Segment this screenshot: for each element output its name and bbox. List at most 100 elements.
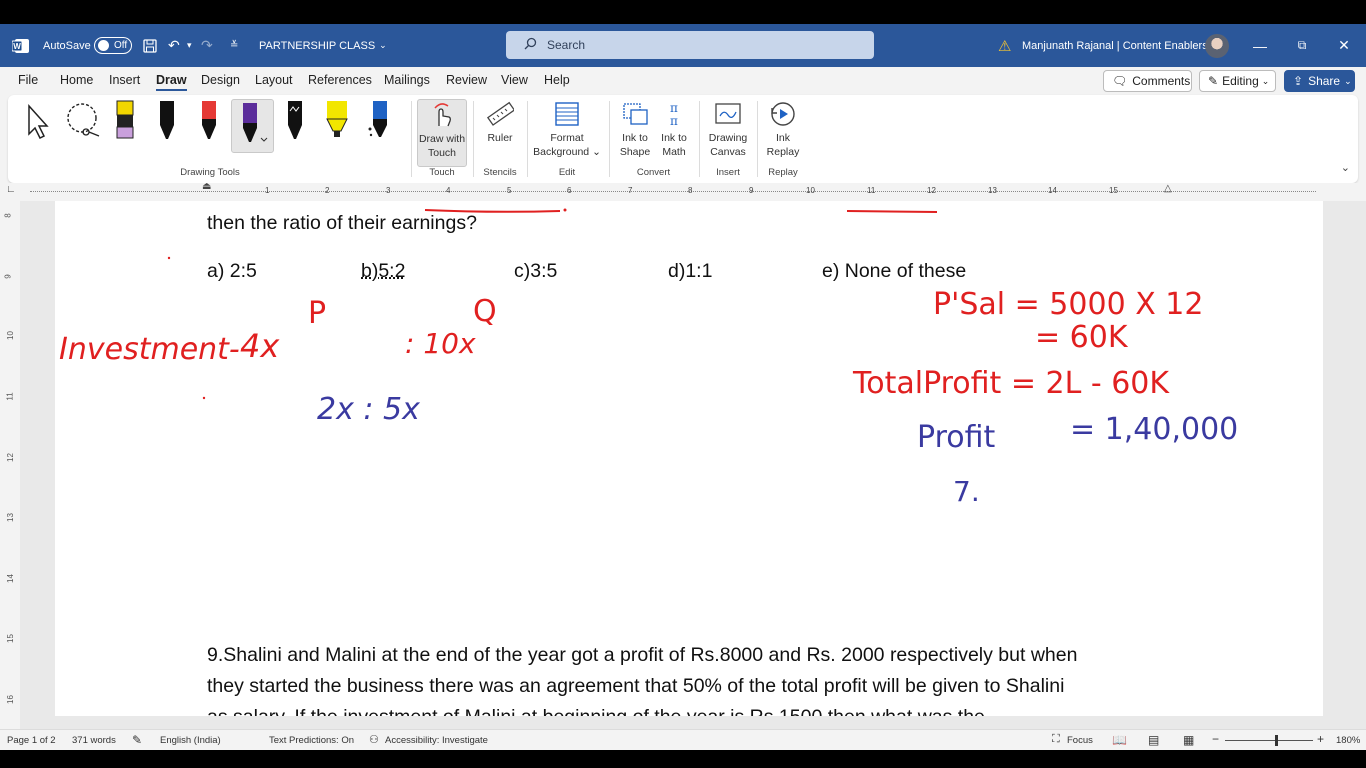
option-e: e) None of these <box>822 260 967 282</box>
vertical-scrollbar[interactable] <box>1323 201 1366 729</box>
ruler-label: Ruler <box>487 132 513 144</box>
pen-purple-tool[interactable] <box>231 99 274 153</box>
ruler-button[interactable]: Ruler <box>479 99 521 145</box>
drawing-canvas-label-1: Drawing <box>708 132 748 144</box>
share-button[interactable]: ⇪ Share ⌄ <box>1284 70 1355 92</box>
editing-mode-button[interactable]: ✎ Editing ⌄ <box>1199 70 1276 92</box>
text-predictions[interactable]: Text Predictions: On <box>269 735 354 746</box>
maximize-button[interactable]: ⧉ <box>1282 24 1322 67</box>
svg-text:W: W <box>13 42 21 51</box>
search-placeholder: Search <box>547 38 586 52</box>
group-label-stencils: Stencils <box>483 167 517 178</box>
word-window: W AutoSave Off ↶ ▾ ↷ ≚ PARTNERSHIP CLASS… <box>0 0 1366 768</box>
proofing-icon[interactable]: ✎ <box>132 733 142 747</box>
zoom-in-icon[interactable]: + <box>1317 732 1324 746</box>
ink-replay-button[interactable]: Ink Replay <box>763 99 803 159</box>
web-layout-icon[interactable]: ▦ <box>1183 733 1194 747</box>
select-arrow-tool[interactable] <box>24 103 52 144</box>
tab-help[interactable]: Help <box>544 73 570 87</box>
indent-marker[interactable]: ⏏ <box>202 181 211 192</box>
word-count[interactable]: 371 words <box>72 735 116 746</box>
tab-references[interactable]: References <box>308 73 372 87</box>
ink-to-math-button[interactable]: ππ Ink to Math <box>656 99 692 159</box>
zoom-out-icon[interactable]: − <box>1212 732 1219 746</box>
accessibility-status[interactable]: Accessibility: Investigate <box>385 735 488 746</box>
right-indent-marker[interactable]: △ <box>1164 183 1172 194</box>
read-mode-icon[interactable]: 📖 <box>1112 733 1127 747</box>
group-divider <box>527 101 528 177</box>
pen-black-tool[interactable] <box>156 99 178 146</box>
eraser-tool[interactable] <box>114 99 136 146</box>
close-button[interactable]: ✕ <box>1324 24 1364 67</box>
question-tail-text: then the ratio of their earnings? <box>207 212 477 234</box>
tab-selector[interactable]: ∟ <box>6 184 16 195</box>
ink-investment-q: : 10x <box>405 327 476 360</box>
collapse-ribbon-icon[interactable]: ⌄ <box>1341 161 1350 174</box>
ink-to-shape-label-2: Shape <box>619 146 651 158</box>
drawing-canvas-label-2: Canvas <box>710 146 746 158</box>
group-divider <box>411 101 412 177</box>
autosave-state: Off <box>114 40 128 51</box>
focus-button[interactable]: Focus <box>1067 735 1093 746</box>
vruler-number: 16 <box>5 695 15 704</box>
language[interactable]: English (India) <box>160 735 221 746</box>
horizontal-ruler[interactable]: ∟ ⏏ 1 2 3 4 5 6 7 8 9 10 11 12 13 14 15 … <box>0 181 1366 201</box>
search-box[interactable]: Search <box>506 31 874 59</box>
autosave-label: AutoSave <box>43 39 91 52</box>
lasso-select-tool[interactable] <box>64 103 104 144</box>
undo-dropdown-icon[interactable]: ▾ <box>187 24 192 67</box>
tab-review[interactable]: Review <box>446 73 487 87</box>
ruler-number: 3 <box>386 186 391 195</box>
autosave-toggle[interactable]: Off <box>94 37 132 54</box>
tab-insert[interactable]: Insert <box>109 73 140 87</box>
zoom-level[interactable]: 180% <box>1336 735 1360 746</box>
document-page[interactable]: then the ratio of their earnings? a) 2:5… <box>55 201 1323 716</box>
group-divider <box>609 101 610 177</box>
user-name[interactable]: Manjunath Rajanal | Content Enablers <box>1022 24 1208 67</box>
page-count[interactable]: Page 1 of 2 <box>7 735 56 746</box>
group-label-replay: Replay <box>768 167 798 178</box>
pen-galaxy-tool[interactable] <box>284 99 306 146</box>
minimize-button[interactable]: — <box>1240 24 1280 67</box>
tab-draw[interactable]: Draw <box>156 73 187 91</box>
ribbon-tabs: File Home Insert Draw Design Layout Refe… <box>0 67 1366 94</box>
ruler-number: 12 <box>927 186 936 195</box>
vruler-number: 9 <box>3 274 13 279</box>
redo-icon[interactable]: ↷ <box>201 24 213 67</box>
drawing-canvas-button[interactable]: Drawing Canvas <box>705 99 751 159</box>
zoom-slider-track[interactable] <box>1225 740 1313 741</box>
undo-icon[interactable]: ↶ <box>168 24 180 67</box>
touch-hand-icon <box>418 100 466 130</box>
zoom-slider-thumb[interactable] <box>1275 735 1278 746</box>
ink-to-shape-button[interactable]: Ink to Shape <box>615 99 655 159</box>
print-layout-icon[interactable]: ▤ <box>1148 733 1159 747</box>
highlighter-yellow-tool[interactable] <box>324 99 350 146</box>
ink-replay-label-1: Ink <box>775 132 790 144</box>
tab-file[interactable]: File <box>18 73 38 87</box>
question-9-line-2: they started the business there was an a… <box>207 675 1065 697</box>
customize-qat-icon[interactable]: ≚ <box>230 24 238 67</box>
format-background-label-2-text: Background <box>533 146 590 158</box>
ruler-track <box>30 191 1316 192</box>
comments-button[interactable]: 🗨 Comments <box>1103 70 1192 92</box>
avatar[interactable] <box>1205 34 1229 58</box>
ruler-icon <box>479 99 521 129</box>
tab-mailings[interactable]: Mailings <box>384 73 430 87</box>
save-icon[interactable] <box>143 24 157 67</box>
pen-red-tool[interactable] <box>198 99 220 146</box>
tab-view[interactable]: View <box>501 73 528 87</box>
tab-home[interactable]: Home <box>60 73 93 87</box>
warning-icon[interactable]: ⚠ <box>998 24 1011 67</box>
format-background-button[interactable]: Format Background ⌄ <box>532 99 602 159</box>
bottom-letterbox <box>0 750 1366 768</box>
tab-design[interactable]: Design <box>201 73 240 87</box>
draw-with-touch-button[interactable]: Draw with Touch <box>417 99 467 167</box>
tab-layout[interactable]: Layout <box>255 73 293 87</box>
pen-blue-glitter-tool[interactable] <box>367 99 391 146</box>
ink-profit-label: Profit <box>917 420 995 455</box>
ruler-number: 15 <box>1109 186 1118 195</box>
group-divider <box>699 101 700 177</box>
ink-replay-label-2: Replay <box>766 146 800 158</box>
document-title[interactable]: PARTNERSHIP CLASS ⌄ <box>259 24 387 67</box>
ruler-number: 7 <box>628 186 633 195</box>
